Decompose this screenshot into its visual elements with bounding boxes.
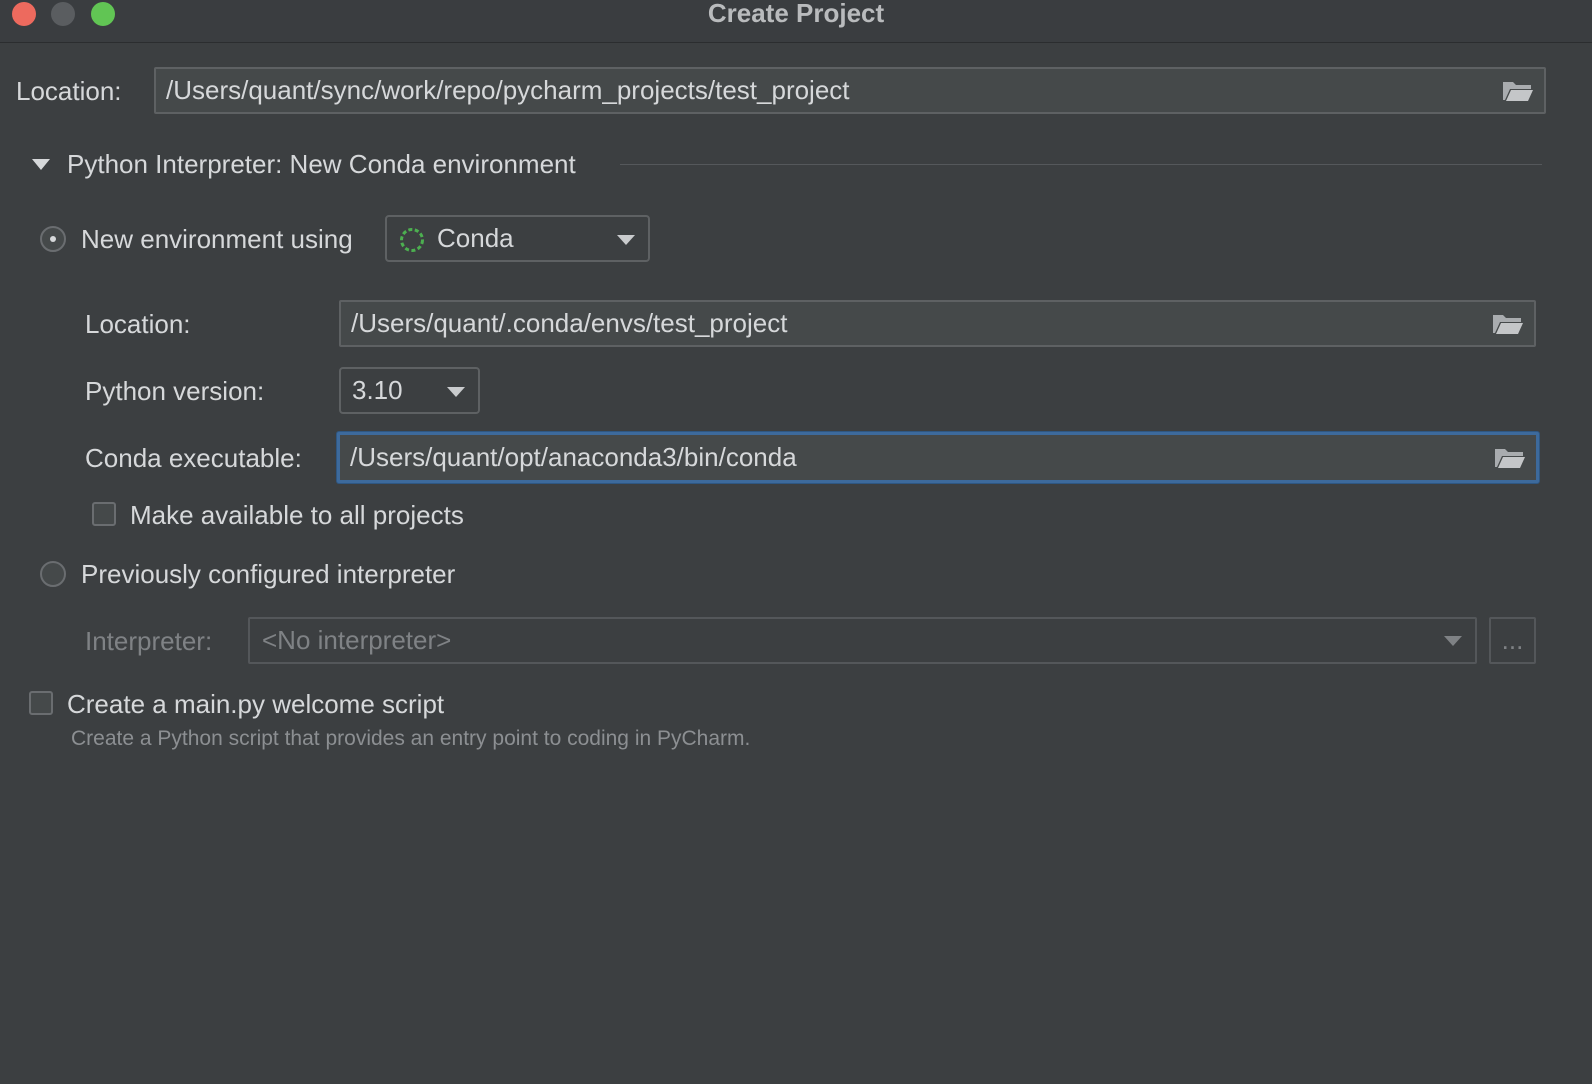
welcome-script-description: Create a Python script that provides an … bbox=[71, 727, 751, 750]
chevron-down-icon bbox=[447, 387, 465, 397]
interpreter-label: Interpreter: bbox=[85, 626, 213, 656]
make-available-label[interactable]: Make available to all projects bbox=[130, 500, 464, 531]
project-location-value: /Users/quant/sync/work/repo/pycharm_proj… bbox=[166, 75, 850, 105]
environment-tool-dropdown[interactable]: Conda bbox=[385, 215, 650, 262]
section-divider bbox=[620, 164, 1542, 165]
chevron-down-icon bbox=[1444, 636, 1462, 646]
python-version-label: Python version: bbox=[85, 376, 265, 406]
new-environment-radio[interactable] bbox=[40, 226, 66, 252]
env-location-label: Location: bbox=[85, 309, 191, 339]
new-environment-label[interactable]: New environment using bbox=[81, 224, 353, 255]
folder-icon[interactable] bbox=[1494, 446, 1526, 470]
conda-executable-field[interactable]: /Users/quant/opt/anaconda3/bin/conda bbox=[337, 432, 1539, 483]
environment-tool-value: Conda bbox=[437, 223, 514, 253]
env-location-value: /Users/quant/.conda/envs/test_project bbox=[351, 308, 788, 338]
previous-interpreter-label[interactable]: Previously configured interpreter bbox=[81, 559, 455, 590]
radio-selected-dot bbox=[50, 236, 56, 242]
env-location-field[interactable]: /Users/quant/.conda/envs/test_project bbox=[339, 300, 1536, 347]
project-location-field[interactable]: /Users/quant/sync/work/repo/pycharm_proj… bbox=[154, 67, 1546, 114]
python-version-dropdown[interactable]: 3.10 bbox=[339, 367, 480, 414]
title-bar: Create Project bbox=[0, 0, 1592, 43]
welcome-script-checkbox[interactable] bbox=[29, 691, 53, 715]
interpreter-section-title[interactable]: Python Interpreter: New Conda environmen… bbox=[67, 149, 576, 180]
make-available-checkbox[interactable] bbox=[92, 502, 116, 526]
python-version-value: 3.10 bbox=[352, 375, 403, 405]
project-location-label: Location: bbox=[16, 76, 122, 106]
welcome-script-label[interactable]: Create a main.py welcome script bbox=[67, 689, 444, 720]
conda-icon bbox=[400, 228, 424, 252]
collapse-triangle-icon[interactable] bbox=[32, 159, 50, 170]
interpreter-browse-button[interactable]: ... bbox=[1489, 617, 1536, 664]
interpreter-value: <No interpreter> bbox=[262, 625, 452, 655]
folder-icon[interactable] bbox=[1502, 79, 1534, 103]
conda-executable-value: /Users/quant/opt/anaconda3/bin/conda bbox=[350, 442, 797, 472]
folder-icon[interactable] bbox=[1492, 312, 1524, 336]
window-title: Create Project bbox=[707, 0, 885, 28]
browse-label: ... bbox=[1501, 625, 1524, 655]
previous-interpreter-radio[interactable] bbox=[40, 561, 66, 587]
interpreter-dropdown[interactable]: <No interpreter> bbox=[248, 617, 1477, 664]
conda-executable-label: Conda executable: bbox=[85, 443, 302, 473]
chevron-down-icon bbox=[617, 235, 635, 245]
